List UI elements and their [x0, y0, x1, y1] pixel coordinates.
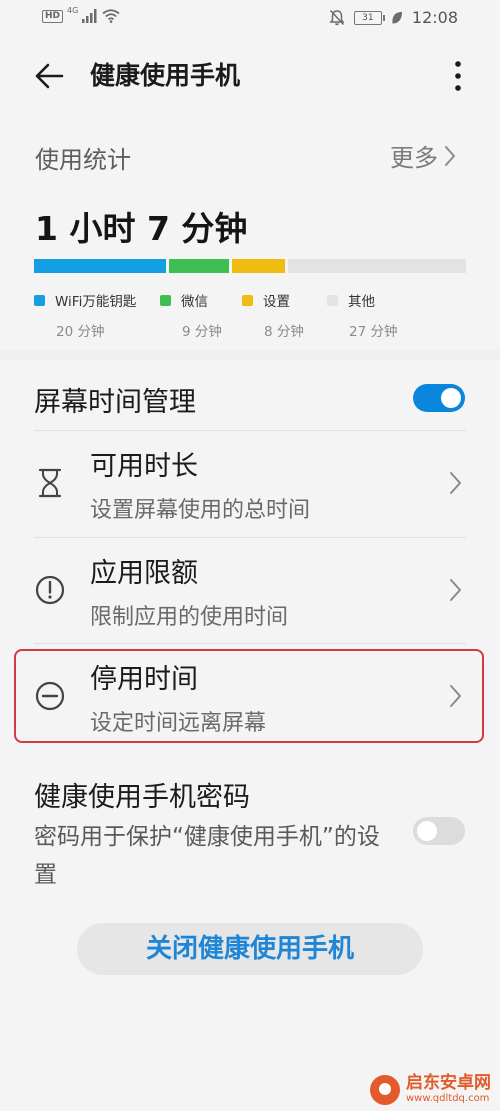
legend-dot	[160, 294, 171, 306]
total-usage-time: 1 小时 7 分钟	[35, 209, 248, 248]
toggle-knob	[441, 388, 461, 408]
legend-value: 9 分钟	[182, 324, 222, 340]
alert-circle-icon	[35, 575, 65, 605]
battery-icon: 31	[353, 10, 385, 25]
legend-row: 其他	[327, 290, 397, 310]
hd-badge: HD	[42, 9, 64, 23]
legend-value: 20 分钟	[56, 324, 105, 340]
leaf-icon	[392, 11, 402, 23]
usage-more-label: 更多	[390, 144, 438, 172]
hourglass-icon	[38, 468, 62, 498]
usage-more-link[interactable]: 更多	[390, 138, 456, 173]
legend-item: 微信 9 分钟	[160, 290, 222, 340]
usage-bar-segment	[287, 259, 466, 273]
row-title: 应用限额	[90, 558, 198, 589]
app-header: 健康使用手机	[0, 38, 500, 114]
watermark-url: www.qdltdq.com	[406, 1093, 490, 1104]
watermark-logo-icon	[370, 1074, 400, 1105]
password-title: 健康使用手机密码	[34, 782, 250, 813]
network-type: 4G	[67, 5, 79, 15]
legend-label: 其他	[348, 294, 375, 310]
status-time: 12:08	[411, 8, 458, 27]
usage-legend: WiFi万能钥匙 20 分钟 微信 9 分钟 设置 8 分钟 其他 27 分钟	[34, 290, 474, 340]
legend-value: 8 分钟	[264, 324, 304, 340]
signal-icon	[82, 9, 97, 23]
divider	[34, 643, 466, 644]
status-right: 31 12:08	[329, 8, 458, 27]
mute-icon	[329, 9, 345, 26]
screen-time-title: 屏幕时间管理	[34, 387, 196, 418]
back-arrow-icon[interactable]	[30, 58, 70, 94]
legend-dot	[327, 294, 338, 306]
legend-row: 设置	[242, 290, 304, 310]
usage-heading: 使用统计	[35, 146, 131, 174]
watermark-name: 启东安卓网	[406, 1073, 491, 1093]
highlight-annotation	[14, 649, 484, 743]
legend-item: 其他 27 分钟	[327, 290, 397, 340]
legend-row: 微信	[160, 290, 222, 310]
chevron-right-icon	[445, 145, 455, 166]
legend-item: WiFi万能钥匙 20 分钟	[34, 290, 136, 340]
usage-bar-segment	[34, 259, 167, 273]
status-left: HD 4G	[42, 5, 120, 23]
legend-dot	[242, 294, 253, 306]
status-bar: HD 4G 31 12:08	[0, 0, 500, 38]
legend-row: WiFi万能钥匙	[34, 290, 136, 310]
close-health-button[interactable]: 关闭健康使用手机	[77, 923, 423, 975]
page-title: 健康使用手机	[90, 61, 241, 90]
usage-bar-segment	[169, 259, 229, 273]
usage-bar-segment	[231, 259, 285, 273]
legend-value: 27 分钟	[349, 324, 398, 340]
watermark-text: 启东安卓网 www.qdltdq.com	[406, 1074, 491, 1105]
legend-dot	[34, 294, 45, 306]
chevron-right-icon	[450, 579, 461, 601]
toggle-knob	[417, 821, 437, 841]
row-title: 可用时长	[90, 451, 198, 482]
chevron-right-icon	[450, 472, 461, 494]
divider	[34, 537, 466, 538]
legend-item: 设置 8 分钟	[242, 290, 304, 340]
password-toggle[interactable]	[413, 817, 465, 845]
row-subtitle: 设置屏幕使用的总时间	[90, 498, 311, 523]
usage-bar	[34, 259, 466, 273]
wifi-icon	[102, 9, 120, 23]
divider	[34, 430, 466, 431]
password-description: 密码用于保护“健康使用手机”的设置	[34, 824, 380, 888]
legend-label: 微信	[181, 294, 208, 310]
legend-label: WiFi万能钥匙	[55, 294, 137, 310]
legend-label: 设置	[263, 294, 290, 310]
more-options-icon[interactable]	[448, 58, 468, 94]
screen-time-toggle[interactable]	[413, 384, 465, 412]
setting-row-app-limits[interactable]: 应用限额 限制应用的使用时间	[0, 539, 500, 643]
section-divider	[0, 350, 500, 360]
usage-section: 使用统计 更多 1 小时 7 分钟 WiFi万能钥匙 20 分钟 微信 9 分钟 设置 8…	[0, 132, 500, 352]
watermark: 启东安卓网 www.qdltdq.com	[370, 1074, 491, 1105]
row-subtitle: 限制应用的使用时间	[90, 605, 289, 630]
setting-row-available-time[interactable]: 可用时长 设置屏幕使用的总时间	[0, 432, 500, 536]
